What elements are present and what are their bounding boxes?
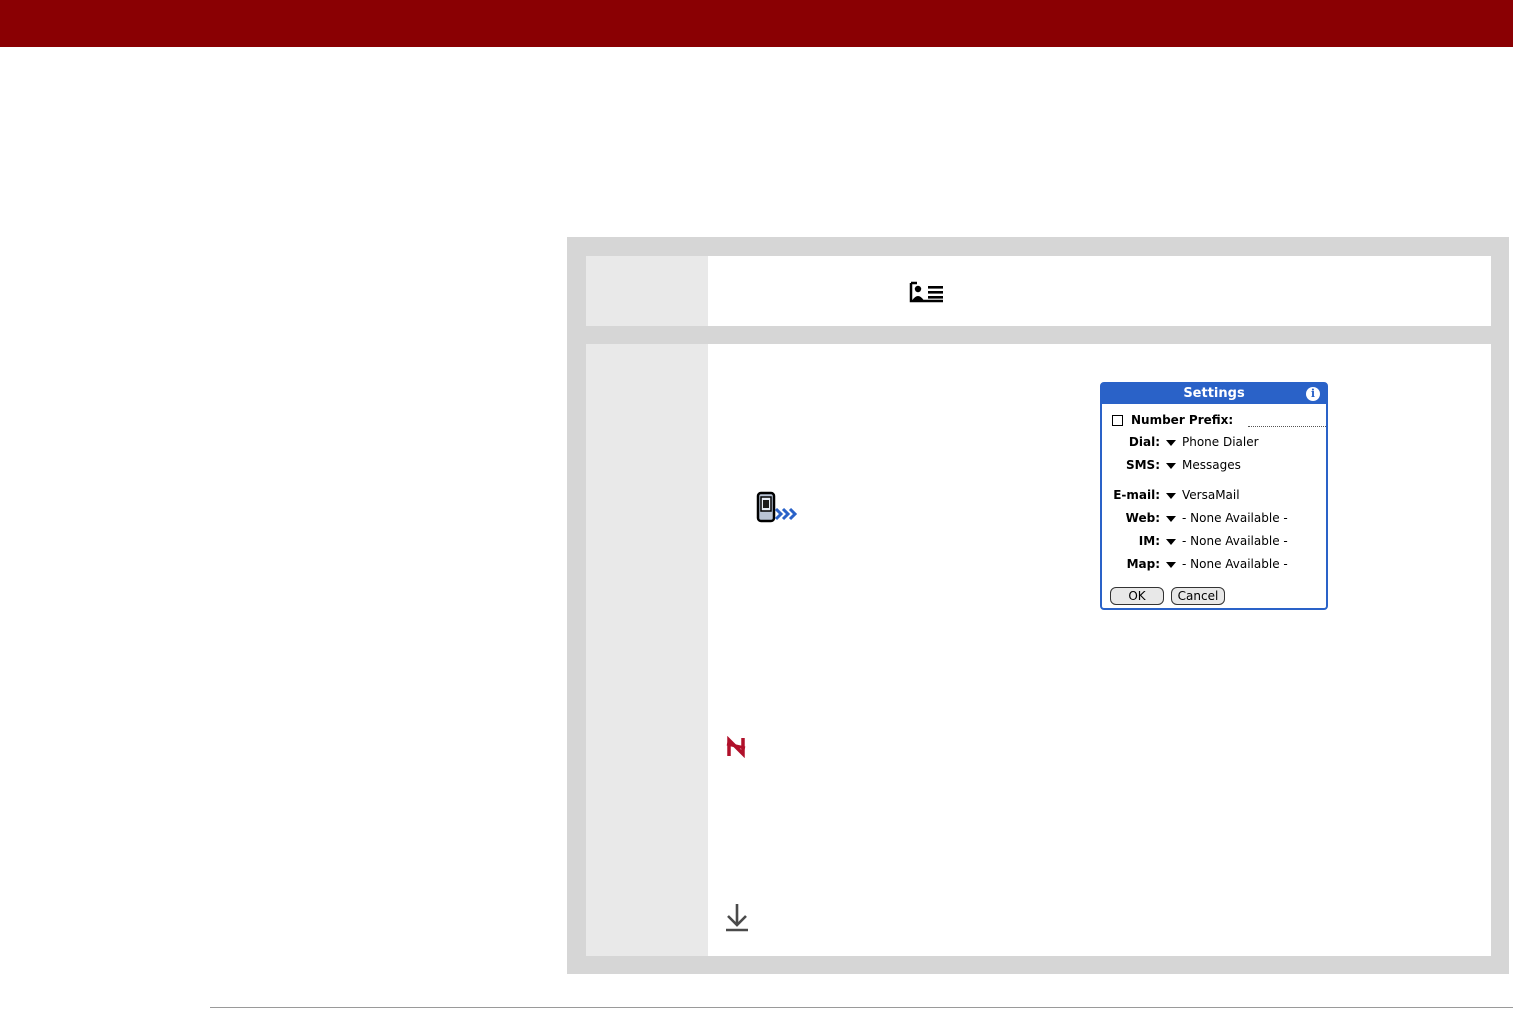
handheld-arrows-icon <box>756 491 798 523</box>
field-label: IM: <box>1138 534 1160 548</box>
dialog-title: Settings <box>1102 384 1326 404</box>
dropdown-arrow-icon[interactable] <box>1166 493 1176 499</box>
dropdown-arrow-icon[interactable] <box>1166 516 1176 522</box>
step-number-column <box>586 256 708 326</box>
number-prefix-label: Number Prefix: <box>1131 413 1234 427</box>
field-label: E-mail: <box>1113 488 1160 502</box>
dropdown-arrow-icon[interactable] <box>1166 463 1176 469</box>
field-label: Dial: <box>1128 435 1160 449</box>
field-value[interactable]: VersaMail <box>1182 488 1240 502</box>
download-arrow-icon <box>726 904 748 932</box>
field-label: Web: <box>1125 511 1160 525</box>
number-prefix-row: Number Prefix: <box>1112 412 1233 428</box>
dropdown-arrow-icon[interactable] <box>1166 562 1176 568</box>
field-value[interactable]: Messages <box>1182 458 1241 472</box>
field-value[interactable]: - None Available - <box>1182 511 1288 525</box>
field-value[interactable]: - None Available - <box>1182 534 1288 548</box>
field-label: Map: <box>1126 557 1160 571</box>
dropdown-arrow-icon[interactable] <box>1166 440 1176 446</box>
ok-button[interactable]: OK <box>1110 587 1164 605</box>
field-row-web: Web: - None Available - <box>1102 511 1328 527</box>
cancel-button[interactable]: Cancel <box>1171 587 1225 605</box>
dropdown-arrow-icon[interactable] <box>1166 539 1176 545</box>
field-row-map: Map: - None Available - <box>1102 557 1328 573</box>
tip-icon <box>726 736 746 758</box>
step-row-1 <box>586 256 1491 326</box>
field-value[interactable]: Phone Dialer <box>1182 435 1259 449</box>
field-row-dial: Dial: Phone Dialer <box>1102 435 1328 451</box>
number-prefix-checkbox[interactable] <box>1112 414 1123 426</box>
info-icon[interactable]: i <box>1306 387 1320 401</box>
step-number-column <box>586 344 708 956</box>
field-row-sms: SMS: Messages <box>1102 458 1328 474</box>
contacts-app-icon <box>909 281 943 303</box>
field-row-email: E-mail: VersaMail <box>1102 488 1328 504</box>
field-row-im: IM: - None Available - <box>1102 534 1328 550</box>
footer-divider <box>210 1007 1513 1008</box>
field-value[interactable]: - None Available - <box>1182 557 1288 571</box>
number-prefix-input[interactable] <box>1248 426 1326 427</box>
step-row-2 <box>586 344 1491 956</box>
settings-dialog: Settings i Number Prefix: Dial: Phone Di… <box>1100 382 1328 610</box>
field-label: SMS: <box>1125 458 1160 472</box>
top-header-bar <box>0 0 1513 47</box>
